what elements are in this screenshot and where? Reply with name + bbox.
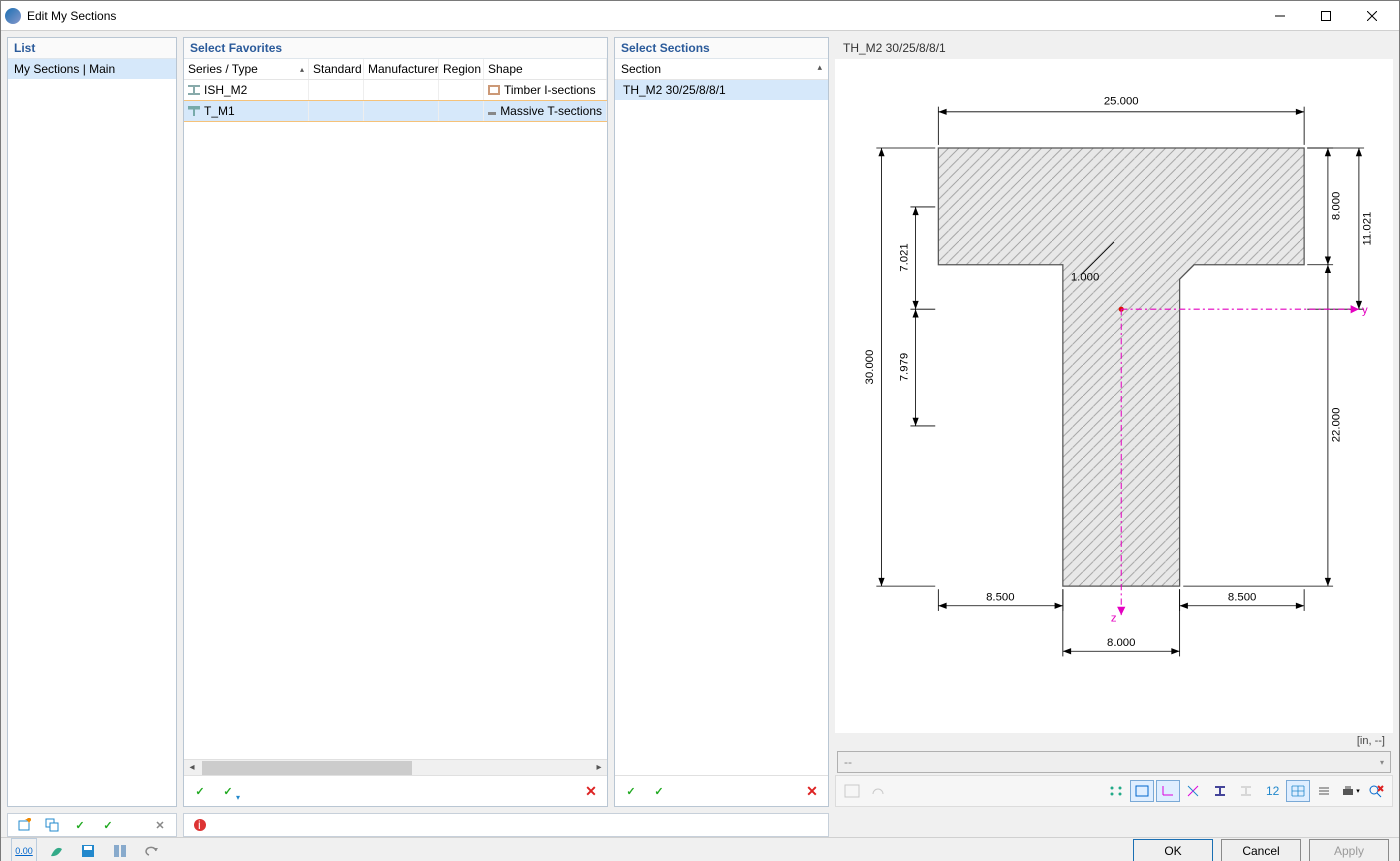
- svg-text:123: 123: [1266, 784, 1280, 798]
- section-icon: [488, 85, 500, 95]
- check-icon[interactable]: [68, 814, 92, 836]
- svg-text:22.000: 22.000: [1330, 408, 1342, 443]
- numbers-icon[interactable]: 123: [1260, 780, 1284, 802]
- svg-text:1.000: 1.000: [1071, 271, 1099, 283]
- svg-text:✦: ✦: [24, 818, 31, 827]
- list-actions: ✦ ✕: [7, 813, 177, 837]
- favorites-row[interactable]: ISH_M2 Timber I-sections: [184, 80, 607, 100]
- ibeam-icon: [188, 85, 200, 95]
- rotate-icon: [866, 780, 890, 802]
- h-scrollbar[interactable]: ◂▸: [184, 759, 607, 775]
- cancel-button[interactable]: Cancel: [1221, 839, 1301, 861]
- preview-units: [in, --]: [835, 733, 1393, 749]
- sections-header: Select Sections: [615, 38, 828, 59]
- apply-button[interactable]: Apply: [1309, 839, 1389, 861]
- preview-canvas[interactable]: 25.000 30.000: [835, 59, 1393, 733]
- info-icon[interactable]: i: [188, 814, 212, 836]
- list-panel: List My Sections | Main: [7, 37, 177, 807]
- check-all-icon[interactable]: [188, 780, 212, 802]
- tbeam-icon: [188, 106, 200, 116]
- delete-grey-icon[interactable]: ✕: [148, 814, 172, 836]
- principal-axes-icon[interactable]: [1182, 780, 1206, 802]
- close-button[interactable]: [1349, 1, 1395, 31]
- print-icon[interactable]: ▾: [1338, 780, 1362, 802]
- sections-panel: Select Sections Section▴ TH_M2 30/25/8/8…: [614, 37, 829, 807]
- app-icon: [5, 8, 21, 24]
- new-icon[interactable]: ✦: [12, 814, 36, 836]
- check-all-icon[interactable]: [619, 780, 643, 802]
- save-icon[interactable]: [75, 838, 101, 861]
- minimize-button[interactable]: [1257, 1, 1303, 31]
- favorites-toolbar: ▾ ✕: [184, 775, 607, 806]
- dims-icon[interactable]: [1130, 780, 1154, 802]
- window-title: Edit My Sections: [27, 9, 1257, 23]
- points-icon[interactable]: [1104, 780, 1128, 802]
- svg-text:8.000: 8.000: [1107, 637, 1135, 649]
- section-row[interactable]: TH_M2 30/25/8/8/1: [615, 80, 828, 100]
- ibeam-view-icon[interactable]: [1208, 780, 1232, 802]
- titlebar: Edit My Sections: [1, 1, 1399, 31]
- col-region[interactable]: Region: [439, 59, 484, 79]
- units-icon[interactable]: 0.00: [11, 838, 37, 861]
- col-series[interactable]: Series / Type▴: [184, 59, 309, 79]
- undo-icon[interactable]: [139, 838, 165, 861]
- svg-text:8.000: 8.000: [1330, 192, 1342, 220]
- svg-text:30.000: 30.000: [864, 350, 876, 385]
- svg-text:i: i: [198, 818, 201, 832]
- preview-toolbar: 123 ▾: [835, 775, 1393, 807]
- svg-text:z: z: [1111, 612, 1117, 624]
- svg-text:y: y: [1362, 304, 1368, 316]
- fav-actions: i: [183, 813, 829, 837]
- ibeam-stress-icon: [1234, 780, 1258, 802]
- unit-settings-icon[interactable]: [107, 838, 133, 861]
- axes-icon[interactable]: [1156, 780, 1180, 802]
- list-header: List: [8, 38, 176, 59]
- svg-text:7.021: 7.021: [898, 243, 910, 271]
- sections-column[interactable]: Section▴: [615, 59, 828, 80]
- favorites-header: Select Favorites: [184, 38, 607, 59]
- maximize-button[interactable]: [1303, 1, 1349, 31]
- delete-button[interactable]: ✕: [579, 780, 603, 802]
- dialog-footer: 0.00 OK Cancel Apply: [1, 837, 1399, 861]
- flat-icon: [488, 112, 496, 115]
- svg-text:8.500: 8.500: [986, 592, 1014, 604]
- svg-text:11.021: 11.021: [1361, 212, 1373, 246]
- favorites-columns: Series / Type▴ Standard Manufacturer Reg…: [184, 59, 607, 80]
- svg-text:25.000: 25.000: [1104, 96, 1139, 108]
- leaf-icon[interactable]: [43, 838, 69, 861]
- sections-toolbar: ✕: [615, 775, 828, 806]
- col-standard[interactable]: Standard: [309, 59, 364, 79]
- favorites-panel: Select Favorites Series / Type▴ Standard…: [183, 37, 608, 807]
- list-icon[interactable]: [1312, 780, 1336, 802]
- ok-button[interactable]: OK: [1133, 839, 1213, 861]
- svg-text:7.979: 7.979: [898, 353, 910, 381]
- svg-text:8.500: 8.500: [1228, 592, 1256, 604]
- check-filter-icon[interactable]: ▾: [216, 780, 240, 802]
- check-dd-icon[interactable]: [96, 814, 120, 836]
- stress-icon: [840, 780, 864, 802]
- preview-panel: TH_M2 30/25/8/8/1: [835, 37, 1393, 807]
- favorites-row[interactable]: T_M1 Massive T-sections: [184, 100, 607, 122]
- copy-icon[interactable]: [40, 814, 64, 836]
- list-item[interactable]: My Sections | Main: [8, 59, 176, 79]
- preview-combo[interactable]: --▾: [837, 751, 1391, 773]
- grid-icon[interactable]: [1286, 780, 1310, 802]
- preview-title: TH_M2 30/25/8/8/1: [835, 37, 1393, 59]
- col-manufacturer[interactable]: Manufacturer: [364, 59, 439, 79]
- check-filter-icon[interactable]: [647, 780, 671, 802]
- search-cancel-icon[interactable]: [1364, 780, 1388, 802]
- delete-button[interactable]: ✕: [800, 780, 824, 802]
- col-shape[interactable]: Shape: [484, 59, 607, 79]
